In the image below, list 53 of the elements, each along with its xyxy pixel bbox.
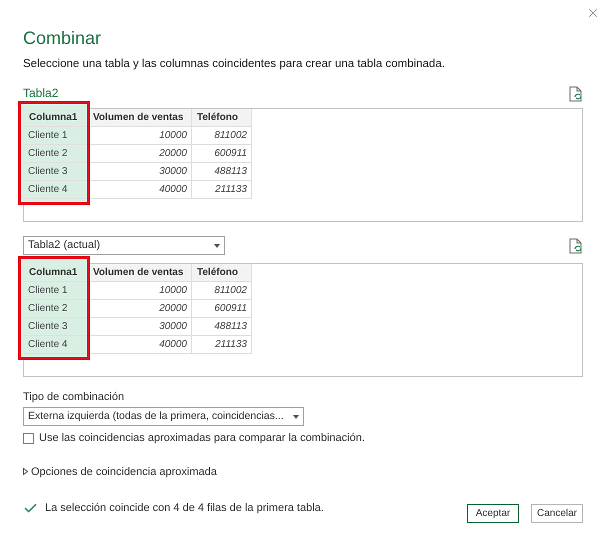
table-cell: 10000	[88, 127, 192, 145]
table-cell: 20000	[88, 300, 192, 318]
description-text: Seleccione una tabla y las columnas coincidentes para crear una tabla combinada.	[23, 57, 446, 72]
column-header[interactable]: Columna1	[24, 109, 88, 127]
table-cell: 30000	[88, 163, 192, 181]
table-cell: 10000	[88, 282, 192, 300]
join-kind-dropdown[interactable]: Externa izquierda (todas de la primera, coincidencias...	[23, 407, 304, 426]
table-cell: Cliente 3	[24, 163, 88, 181]
table-cell: Cliente 3	[24, 318, 88, 336]
table-cell: 488113	[192, 163, 252, 181]
status-message: La selección coincide con 4 de 4 filas de la primera tabla.	[45, 501, 324, 516]
table-cell: 211133	[192, 181, 252, 199]
table-cell: Cliente 2	[24, 300, 88, 318]
column-header[interactable]: Teléfono	[192, 109, 252, 127]
selected-column[interactable]: Columna1 Cliente 1 Cliente 2 Cliente 3 Cliente 4	[20, 103, 88, 203]
cancel-button[interactable]: Cancelar	[531, 504, 583, 523]
table-cell: 488113	[192, 318, 252, 336]
table-cell: 40000	[88, 181, 192, 199]
refresh-document-icon[interactable]	[569, 86, 583, 102]
table-column[interactable]: Volumen de ventas 10000 20000 30000 40000	[88, 264, 192, 354]
table-dropdown[interactable]: Tabla2 (actual)	[23, 236, 225, 255]
table-cell: 600911	[192, 145, 252, 163]
table-cell: 40000	[88, 336, 192, 354]
checkbox[interactable]	[23, 432, 34, 444]
column-header[interactable]: Volumen de ventas	[88, 264, 192, 282]
column-header[interactable]: Columna1	[24, 264, 88, 282]
table-cell: Cliente 1	[24, 282, 88, 300]
table-cell: 20000	[88, 145, 192, 163]
column-header[interactable]: Teléfono	[192, 264, 252, 282]
join-kind-label: Tipo de combinación	[23, 390, 126, 404]
table-name: Tabla2	[23, 85, 58, 102]
table-cell: Cliente 2	[24, 145, 88, 163]
table-cell: 600911	[192, 300, 252, 318]
table-cell: Cliente 4	[24, 181, 88, 199]
accept-button[interactable]: Aceptar	[467, 504, 519, 523]
table-cell: 811002	[192, 282, 252, 300]
dialog-title: Combinar	[23, 27, 102, 50]
table-column[interactable]: Teléfono 811002 600911 488113 211133	[192, 264, 252, 354]
expander-triangle-icon	[23, 468, 28, 476]
table-column[interactable]: Teléfono 811002 600911 488113 211133	[192, 109, 252, 199]
table-cell: Cliente 1	[24, 127, 88, 145]
table-cell: 811002	[192, 127, 252, 145]
checkbox-label[interactable]: Use las coincidencias aproximadas para comparar la combinación.	[39, 430, 365, 446]
dropdown-caret-icon	[293, 414, 299, 418]
table-column[interactable]: Volumen de ventas 10000 20000 30000 40000	[88, 109, 192, 199]
refresh-document-icon[interactable]	[569, 238, 583, 254]
table-cell: Cliente 4	[24, 336, 88, 354]
dropdown-caret-icon	[214, 244, 220, 248]
table-cell: 211133	[192, 336, 252, 354]
fuzzy-options-expander[interactable]: Opciones de coincidencia aproximada	[23, 464, 217, 480]
column-header[interactable]: Volumen de ventas	[88, 109, 192, 127]
table-cell: 30000	[88, 318, 192, 336]
selected-column[interactable]: Columna1 Cliente 1 Cliente 2 Cliente 3 Cliente 4	[20, 258, 88, 358]
